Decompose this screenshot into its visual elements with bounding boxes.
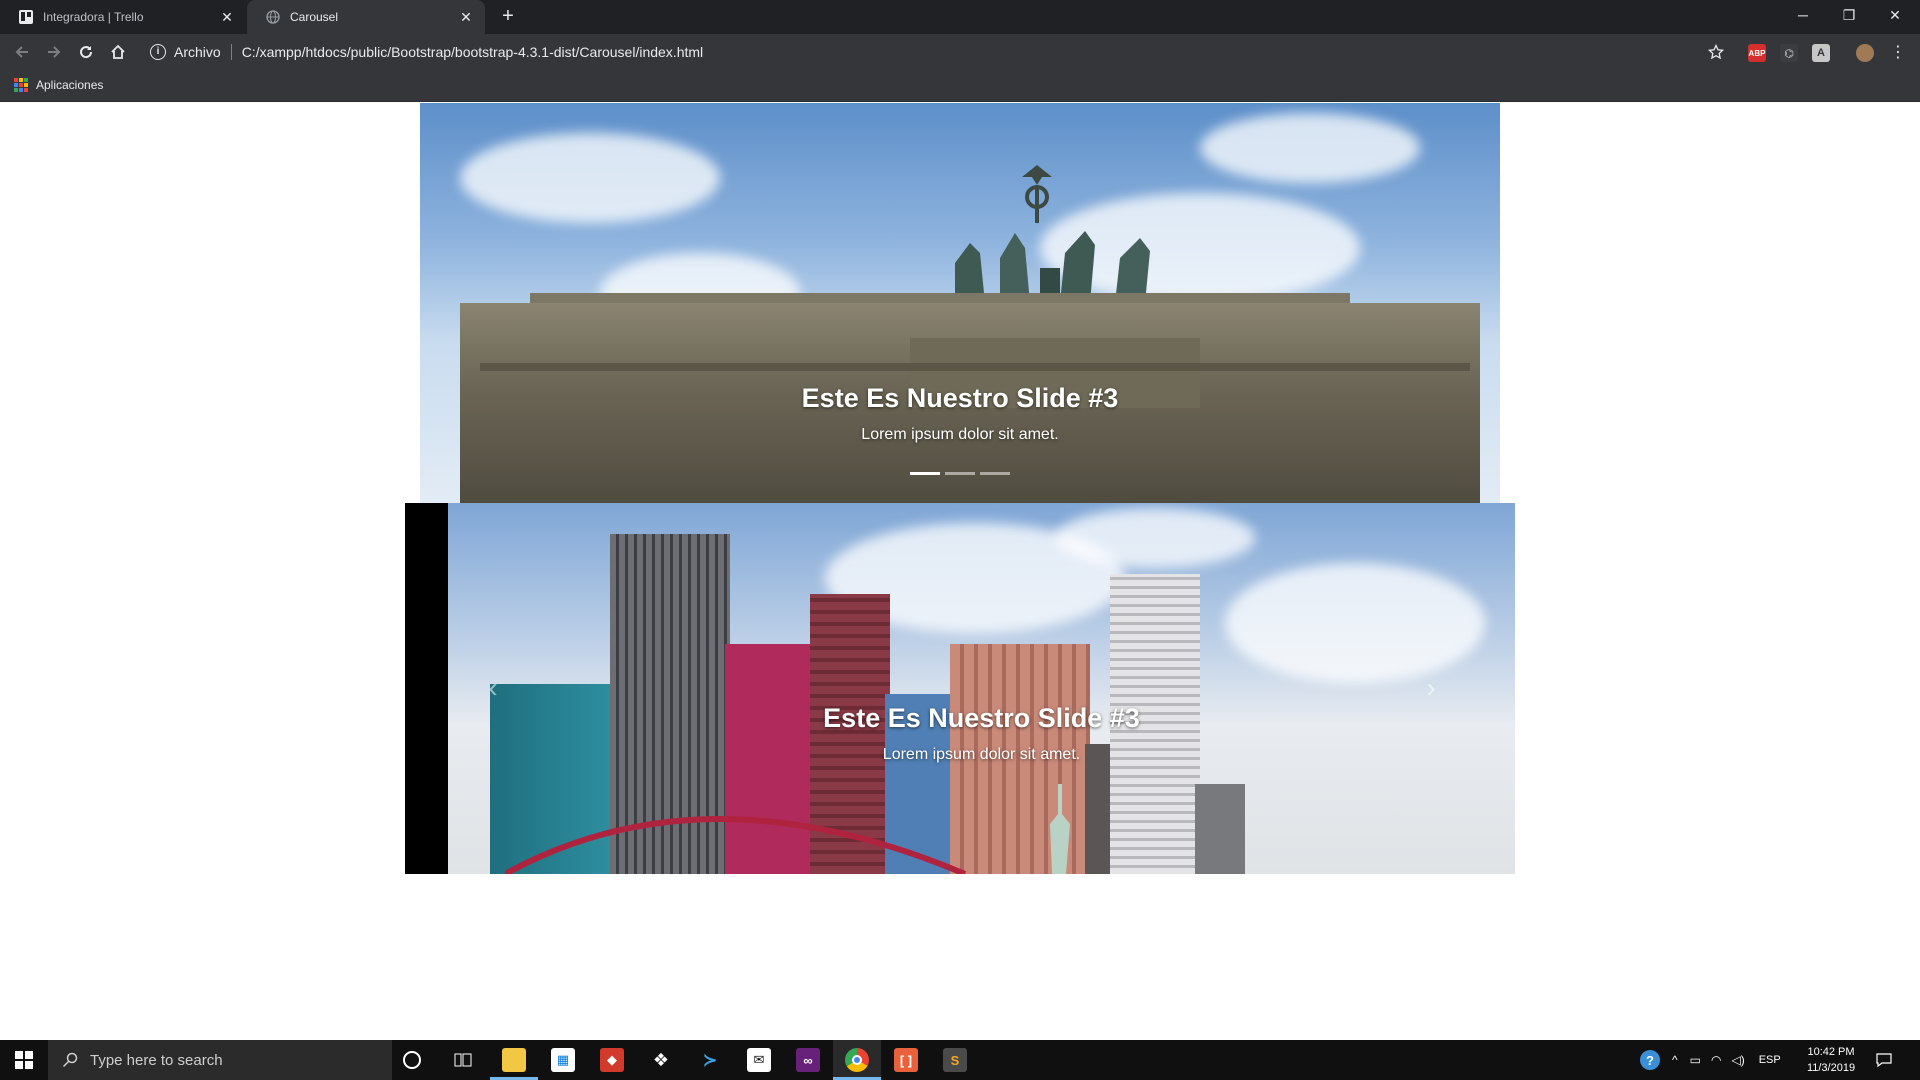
git-icon[interactable]: ◆: [600, 1048, 624, 1072]
chevron-left-icon: ‹: [488, 672, 498, 703]
bookmark-star-button[interactable]: [1704, 40, 1728, 64]
reload-icon: [80, 46, 93, 59]
arrow-left-icon: [15, 46, 28, 58]
forward-button[interactable]: [42, 40, 66, 64]
new-tab-button[interactable]: +: [497, 6, 519, 28]
taskbar-clock[interactable]: 10:42 PM 11/3/2019: [1804, 1044, 1858, 1076]
notification-icon: [1876, 1053, 1892, 1068]
address-separator: [230, 44, 232, 60]
tab-title: Carousel: [290, 10, 339, 24]
slide-1-caption: Este Es Nuestro Slide #3 Lorem ipsum dol…: [420, 383, 1500, 444]
minimize-button[interactable]: ─: [1780, 0, 1826, 30]
visual-studio-icon[interactable]: ∞: [796, 1048, 820, 1072]
gate-frieze-shape: [480, 363, 1470, 371]
roller-coaster-shape: [505, 816, 967, 874]
page-viewport: Este Es Nuestro Slide #3 Lorem ipsum dol…: [0, 103, 1920, 1040]
menu-button[interactable]: ⋮: [1886, 40, 1910, 64]
carousel-prev-button[interactable]: ‹: [483, 673, 503, 703]
mail-icon[interactable]: ✉: [747, 1048, 771, 1072]
cloud-shape: [1055, 508, 1255, 568]
wifi-icon[interactable]: ◠: [1711, 1053, 1721, 1067]
browser-tab-bar: Integradora | Trello ✕ Carousel ✕ + ─ ❐ …: [0, 0, 1920, 34]
slide-1-title: Este Es Nuestro Slide #3: [801, 383, 1119, 413]
cortana-icon[interactable]: [403, 1051, 421, 1069]
address-url[interactable]: C:/xampp/htdocs/public/Bootstrap/bootstr…: [242, 44, 703, 60]
building-shape: [1195, 784, 1245, 874]
notification-center-button[interactable]: [1876, 1040, 1892, 1080]
bookmark-apps[interactable]: Aplicaciones: [14, 78, 103, 92]
arrow-right-icon: [48, 46, 61, 58]
clock-time: 10:42 PM: [1807, 1046, 1855, 1058]
start-button[interactable]: [0, 1040, 48, 1080]
taskbar-search-box[interactable]: Type here to search: [48, 1040, 392, 1080]
store-icon[interactable]: ▦: [551, 1048, 575, 1072]
slide-1-subtitle: Lorem ipsum dolor sit amet.: [861, 426, 1059, 443]
abp-icon[interactable]: ABP: [1748, 44, 1766, 62]
quadriga-statue-shape: [955, 231, 1150, 303]
file-explorer-icon[interactable]: [502, 1048, 526, 1072]
task-view-icon[interactable]: [451, 1048, 475, 1072]
bookmark-apps-label: Aplicaciones: [36, 78, 104, 92]
chrome-center-dot: [852, 1055, 862, 1065]
pdf-icon[interactable]: ⌬: [1780, 44, 1798, 62]
carousel-slide-2: ‹ › Este Es Nuestro Slide #3 Lorem ipsum…: [405, 503, 1515, 874]
chrome-icon[interactable]: [845, 1048, 869, 1072]
carousel-indicators: [420, 472, 1500, 475]
help-icon[interactable]: ?: [1640, 1050, 1660, 1070]
windows-logo-icon: [15, 1051, 33, 1069]
cloud-shape: [1200, 113, 1420, 183]
statue-of-liberty-shape: [1050, 784, 1070, 874]
close-tab-icon[interactable]: ✕: [220, 10, 234, 24]
profile-avatar[interactable]: [1856, 44, 1874, 62]
battery-icon[interactable]: ▭: [1690, 1053, 1701, 1067]
vscode-icon[interactable]: ≻: [698, 1048, 722, 1072]
slide-2-title: Este Es Nuestro Slide #3: [823, 703, 1140, 733]
slide-2-subtitle: Lorem ipsum dolor sit amet.: [882, 746, 1081, 763]
tab-carousel[interactable]: Carousel ✕: [247, 0, 485, 34]
apps-grid-icon: [14, 78, 28, 92]
cloud-shape: [460, 133, 720, 223]
slide-2-caption: Este Es Nuestro Slide #3 Lorem ipsum dol…: [448, 703, 1515, 764]
cloud-shape: [1225, 563, 1485, 683]
extension-icon[interactable]: A: [1812, 44, 1830, 62]
language-indicator[interactable]: ESP: [1759, 1054, 1781, 1066]
bookmarks-bar: Aplicaciones: [0, 70, 1920, 102]
dropbox-icon[interactable]: ❖: [649, 1048, 673, 1072]
tab-title: Integradora | Trello: [43, 10, 144, 24]
address-bar[interactable]: i Archivo C:/xampp/htdocs/public/Bootstr…: [138, 38, 1738, 66]
clock-date: 11/3/2019: [1806, 1062, 1856, 1074]
home-button[interactable]: [106, 40, 130, 64]
address-scheme-label: Archivo: [174, 44, 221, 60]
volume-icon[interactable]: ◁): [1731, 1053, 1744, 1067]
info-icon[interactable]: i: [150, 44, 166, 60]
close-window-button[interactable]: ✕: [1872, 0, 1918, 30]
system-tray: ? ^ ▭ ◠ ◁) ESP: [1640, 1040, 1781, 1080]
search-placeholder: Type here to search: [90, 1051, 223, 1069]
back-button[interactable]: [10, 40, 34, 64]
eagle-statue-shape: [1022, 165, 1052, 223]
tab-trello[interactable]: Integradora | Trello ✕: [0, 0, 246, 34]
task-view-glyph: [454, 1053, 472, 1067]
slide-transition-strip: [405, 503, 448, 874]
search-icon: [62, 1052, 78, 1068]
sublime-icon[interactable]: S: [943, 1048, 967, 1072]
close-tab-icon[interactable]: ✕: [459, 10, 473, 24]
trello-icon: [19, 10, 33, 24]
chevron-right-icon: ›: [1426, 672, 1436, 703]
star-icon: [1708, 44, 1724, 60]
carousel-next-button[interactable]: ›: [1421, 673, 1441, 703]
reload-button[interactable]: [74, 40, 98, 64]
carousel-slide-1: Este Es Nuestro Slide #3 Lorem ipsum dol…: [420, 103, 1500, 503]
home-icon: [111, 44, 125, 59]
brackets-icon[interactable]: [ ]: [894, 1048, 918, 1072]
restore-button[interactable]: ❐: [1826, 0, 1872, 30]
indicator-3[interactable]: [980, 472, 1010, 475]
globe-icon: [266, 10, 280, 24]
windows-taskbar: Type here to search ▦ ◆ ❖ ≻ ✉ ∞ [ ] S ? …: [0, 1040, 1920, 1080]
more-vert-icon: ⋮: [1890, 44, 1906, 61]
indicator-2[interactable]: [945, 472, 975, 475]
chevron-up-icon[interactable]: ^: [1672, 1053, 1678, 1067]
indicator-1[interactable]: [910, 472, 940, 475]
browser-toolbar: i Archivo C:/xampp/htdocs/public/Bootstr…: [0, 34, 1920, 70]
